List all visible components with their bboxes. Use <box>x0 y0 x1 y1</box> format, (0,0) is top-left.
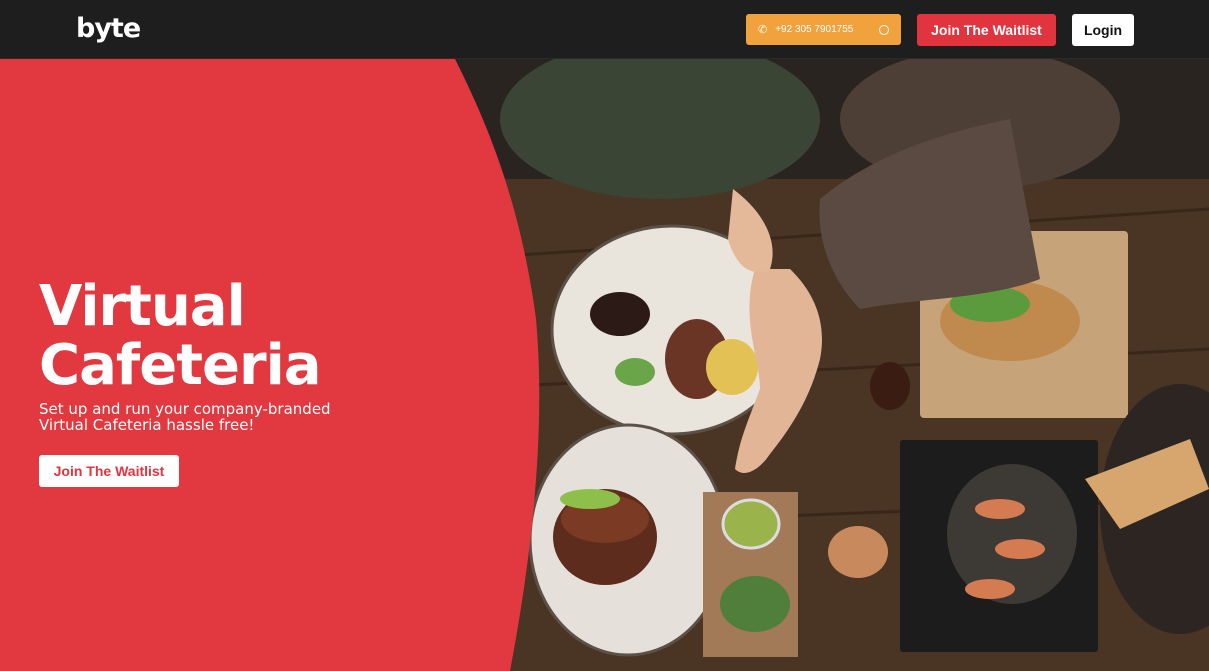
whatsapp-icon <box>879 24 889 35</box>
login-button[interactable]: Login <box>1072 14 1134 46</box>
hero-text: Virtual Cafeteria Set up and run your co… <box>39 277 369 433</box>
phone-icon: ✆ <box>758 24 768 36</box>
hero-title-line2: Cafeteria <box>39 333 322 398</box>
hero-section: Virtual Cafeteria Set up and run your co… <box>0 59 1209 671</box>
navbar: byte ✆ +92 305 7901755 Join The Waitlist… <box>0 0 1209 59</box>
hero-title: Virtual Cafeteria <box>39 277 369 395</box>
phone-number: +92 305 7901755 <box>775 24 854 35</box>
hero-join-waitlist-button[interactable]: Join The Waitlist <box>39 455 179 487</box>
phone-button[interactable]: ✆ +92 305 7901755 <box>746 14 901 45</box>
hero-title-line1: Virtual <box>39 274 246 339</box>
logo[interactable]: byte <box>76 12 141 46</box>
join-waitlist-button[interactable]: Join The Waitlist <box>917 14 1056 46</box>
hero-subtitle-line1: Set up and run your company-branded <box>39 400 331 418</box>
hero-subtitle: Set up and run your company-branded Virt… <box>39 401 369 433</box>
hero-subtitle-line2: Virtual Cafeteria hassle free! <box>39 416 255 434</box>
